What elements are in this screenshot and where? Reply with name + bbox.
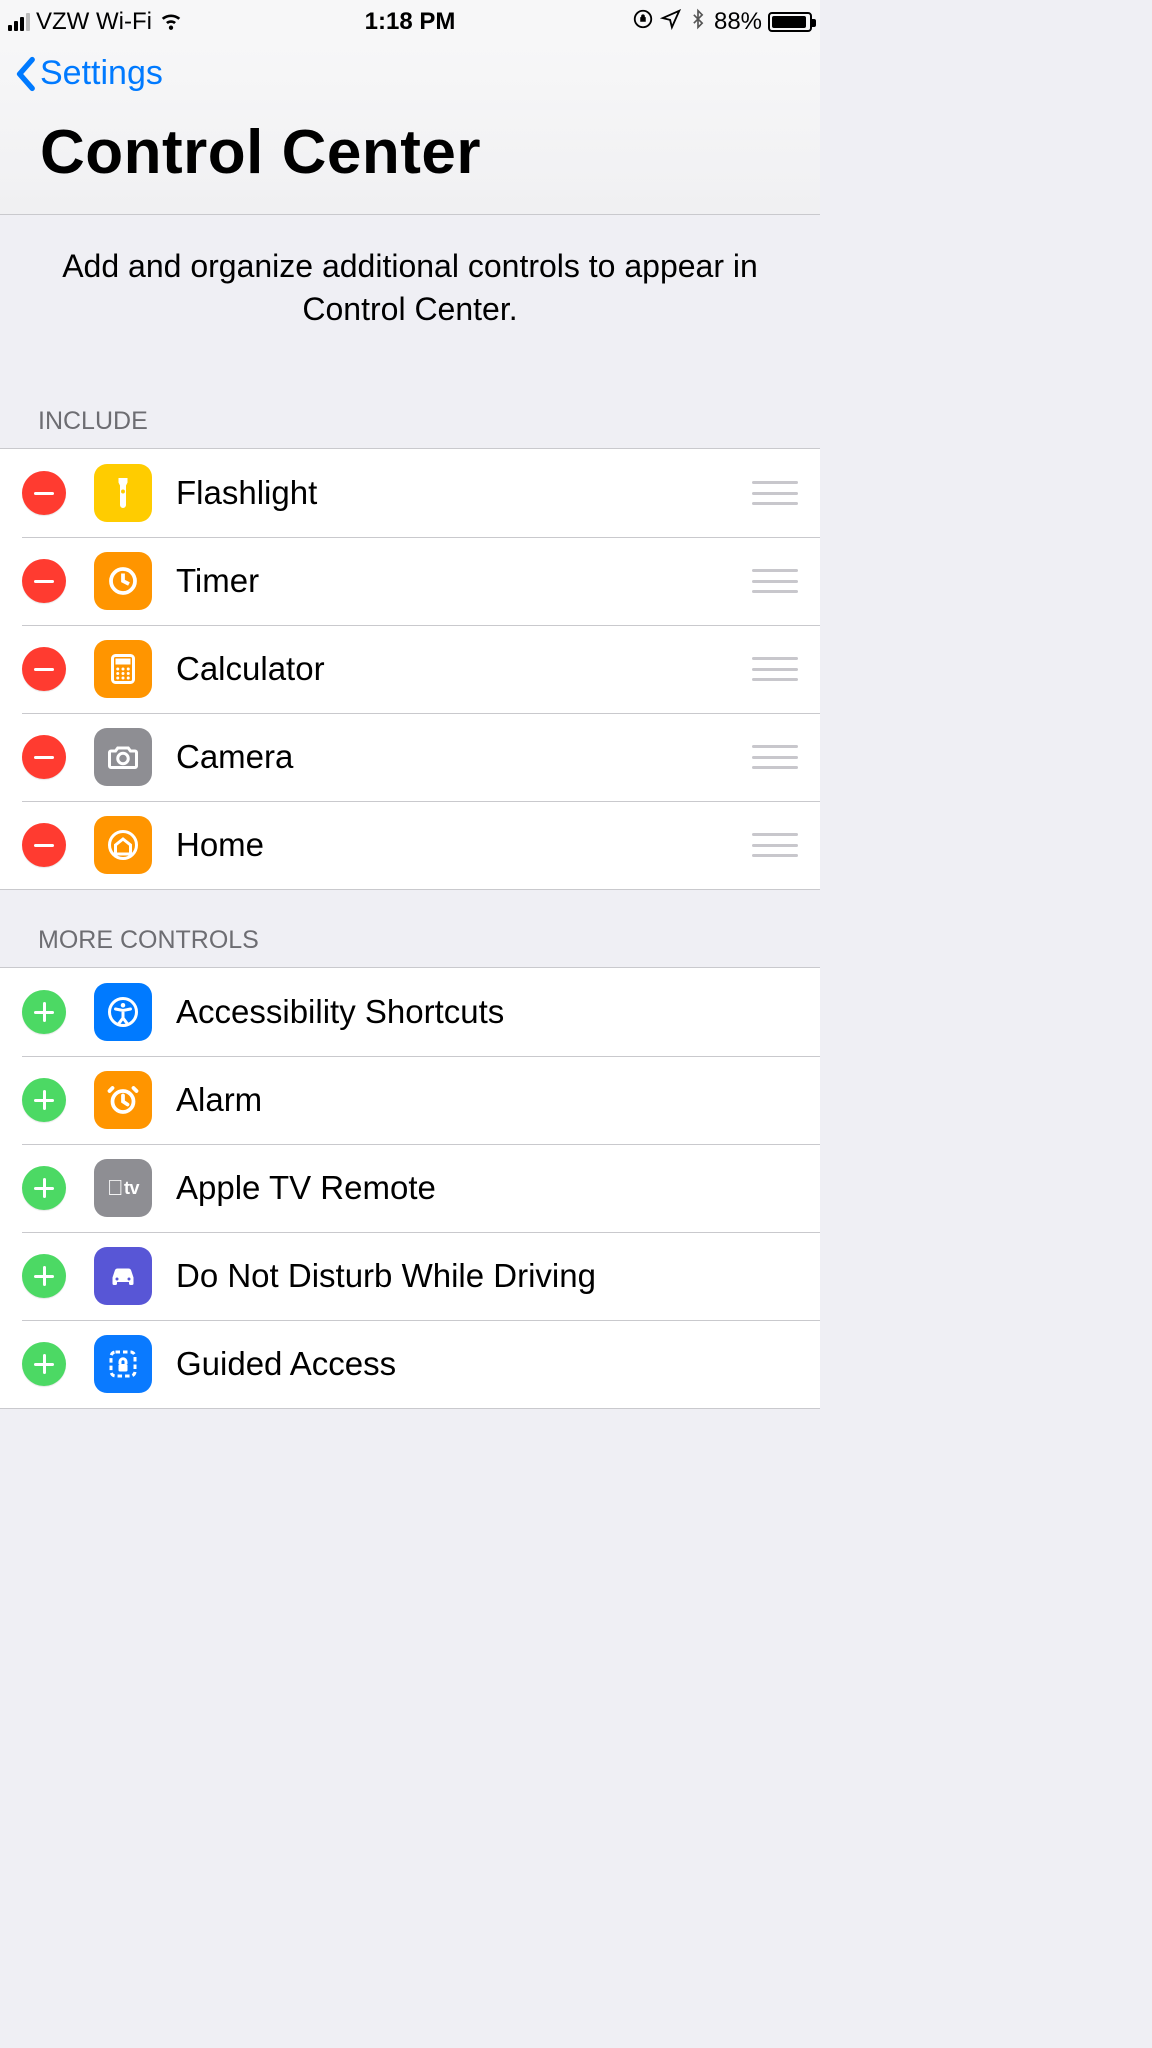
- list-item: Do Not Disturb While Driving: [0, 1232, 820, 1320]
- location-icon: [660, 8, 682, 37]
- chevron-left-icon: [14, 56, 36, 92]
- reorder-handle[interactable]: [752, 569, 798, 593]
- section-header-include: INCLUDE: [0, 371, 820, 448]
- list-item: Home: [0, 801, 820, 889]
- add-button[interactable]: [22, 1078, 66, 1122]
- remove-button[interactable]: [22, 559, 66, 603]
- nav-header: Settings Control Center: [0, 44, 820, 214]
- alarm-icon: [94, 1071, 152, 1129]
- add-button[interactable]: [22, 1342, 66, 1386]
- list-item: Accessibility Shortcuts: [0, 968, 820, 1056]
- status-bar: VZW Wi-Fi 1:18 PM 88%: [0, 0, 820, 44]
- list-item: tv Apple TV Remote: [0, 1144, 820, 1232]
- calculator-icon: [94, 640, 152, 698]
- list-item: Guided Access: [0, 1320, 820, 1408]
- item-label: Guided Access: [176, 1345, 798, 1383]
- timer-icon: [94, 552, 152, 610]
- item-label: Accessibility Shortcuts: [176, 993, 798, 1031]
- page-description: Add and organize additional controls to …: [0, 215, 820, 371]
- signal-strength-icon: [8, 13, 30, 31]
- list-item: Camera: [0, 713, 820, 801]
- list-item: Alarm: [0, 1056, 820, 1144]
- list-item: Calculator: [0, 625, 820, 713]
- add-button[interactable]: [22, 990, 66, 1034]
- orientation-lock-icon: [632, 8, 654, 37]
- remove-button[interactable]: [22, 823, 66, 867]
- list-item: Timer: [0, 537, 820, 625]
- battery-percentage: 88%: [714, 8, 762, 36]
- car-icon: [94, 1247, 152, 1305]
- item-label: Calculator: [176, 650, 752, 688]
- battery-icon: [768, 12, 812, 32]
- clock: 1:18 PM: [365, 8, 456, 36]
- remove-button[interactable]: [22, 735, 66, 779]
- lock-dashed-icon: [94, 1335, 152, 1393]
- camera-icon: [94, 728, 152, 786]
- accessibility-icon: [94, 983, 152, 1041]
- item-label: Alarm: [176, 1081, 798, 1119]
- carrier-label: VZW Wi-Fi: [36, 8, 152, 36]
- reorder-handle[interactable]: [752, 481, 798, 505]
- item-label: Camera: [176, 738, 752, 776]
- add-button[interactable]: [22, 1166, 66, 1210]
- appletv-icon: tv: [94, 1159, 152, 1217]
- remove-button[interactable]: [22, 647, 66, 691]
- item-label: Home: [176, 826, 752, 864]
- item-label: Flashlight: [176, 474, 752, 512]
- more-list: Accessibility Shortcuts Alarm tv Apple …: [0, 967, 820, 1409]
- remove-button[interactable]: [22, 471, 66, 515]
- bluetooth-icon: [688, 7, 708, 38]
- include-list: Flashlight Timer Calculator Camera Home: [0, 448, 820, 890]
- section-header-more: MORE CONTROLS: [0, 890, 820, 967]
- wifi-icon: [158, 6, 184, 39]
- back-label: Settings: [40, 54, 163, 93]
- back-button[interactable]: Settings: [14, 54, 163, 111]
- item-label: Apple TV Remote: [176, 1169, 798, 1207]
- reorder-handle[interactable]: [752, 745, 798, 769]
- flashlight-icon: [94, 464, 152, 522]
- home-icon: [94, 816, 152, 874]
- reorder-handle[interactable]: [752, 657, 798, 681]
- list-item: Flashlight: [0, 449, 820, 537]
- item-label: Timer: [176, 562, 752, 600]
- page-title: Control Center: [14, 111, 806, 214]
- reorder-handle[interactable]: [752, 833, 798, 857]
- item-label: Do Not Disturb While Driving: [176, 1257, 798, 1295]
- add-button[interactable]: [22, 1254, 66, 1298]
